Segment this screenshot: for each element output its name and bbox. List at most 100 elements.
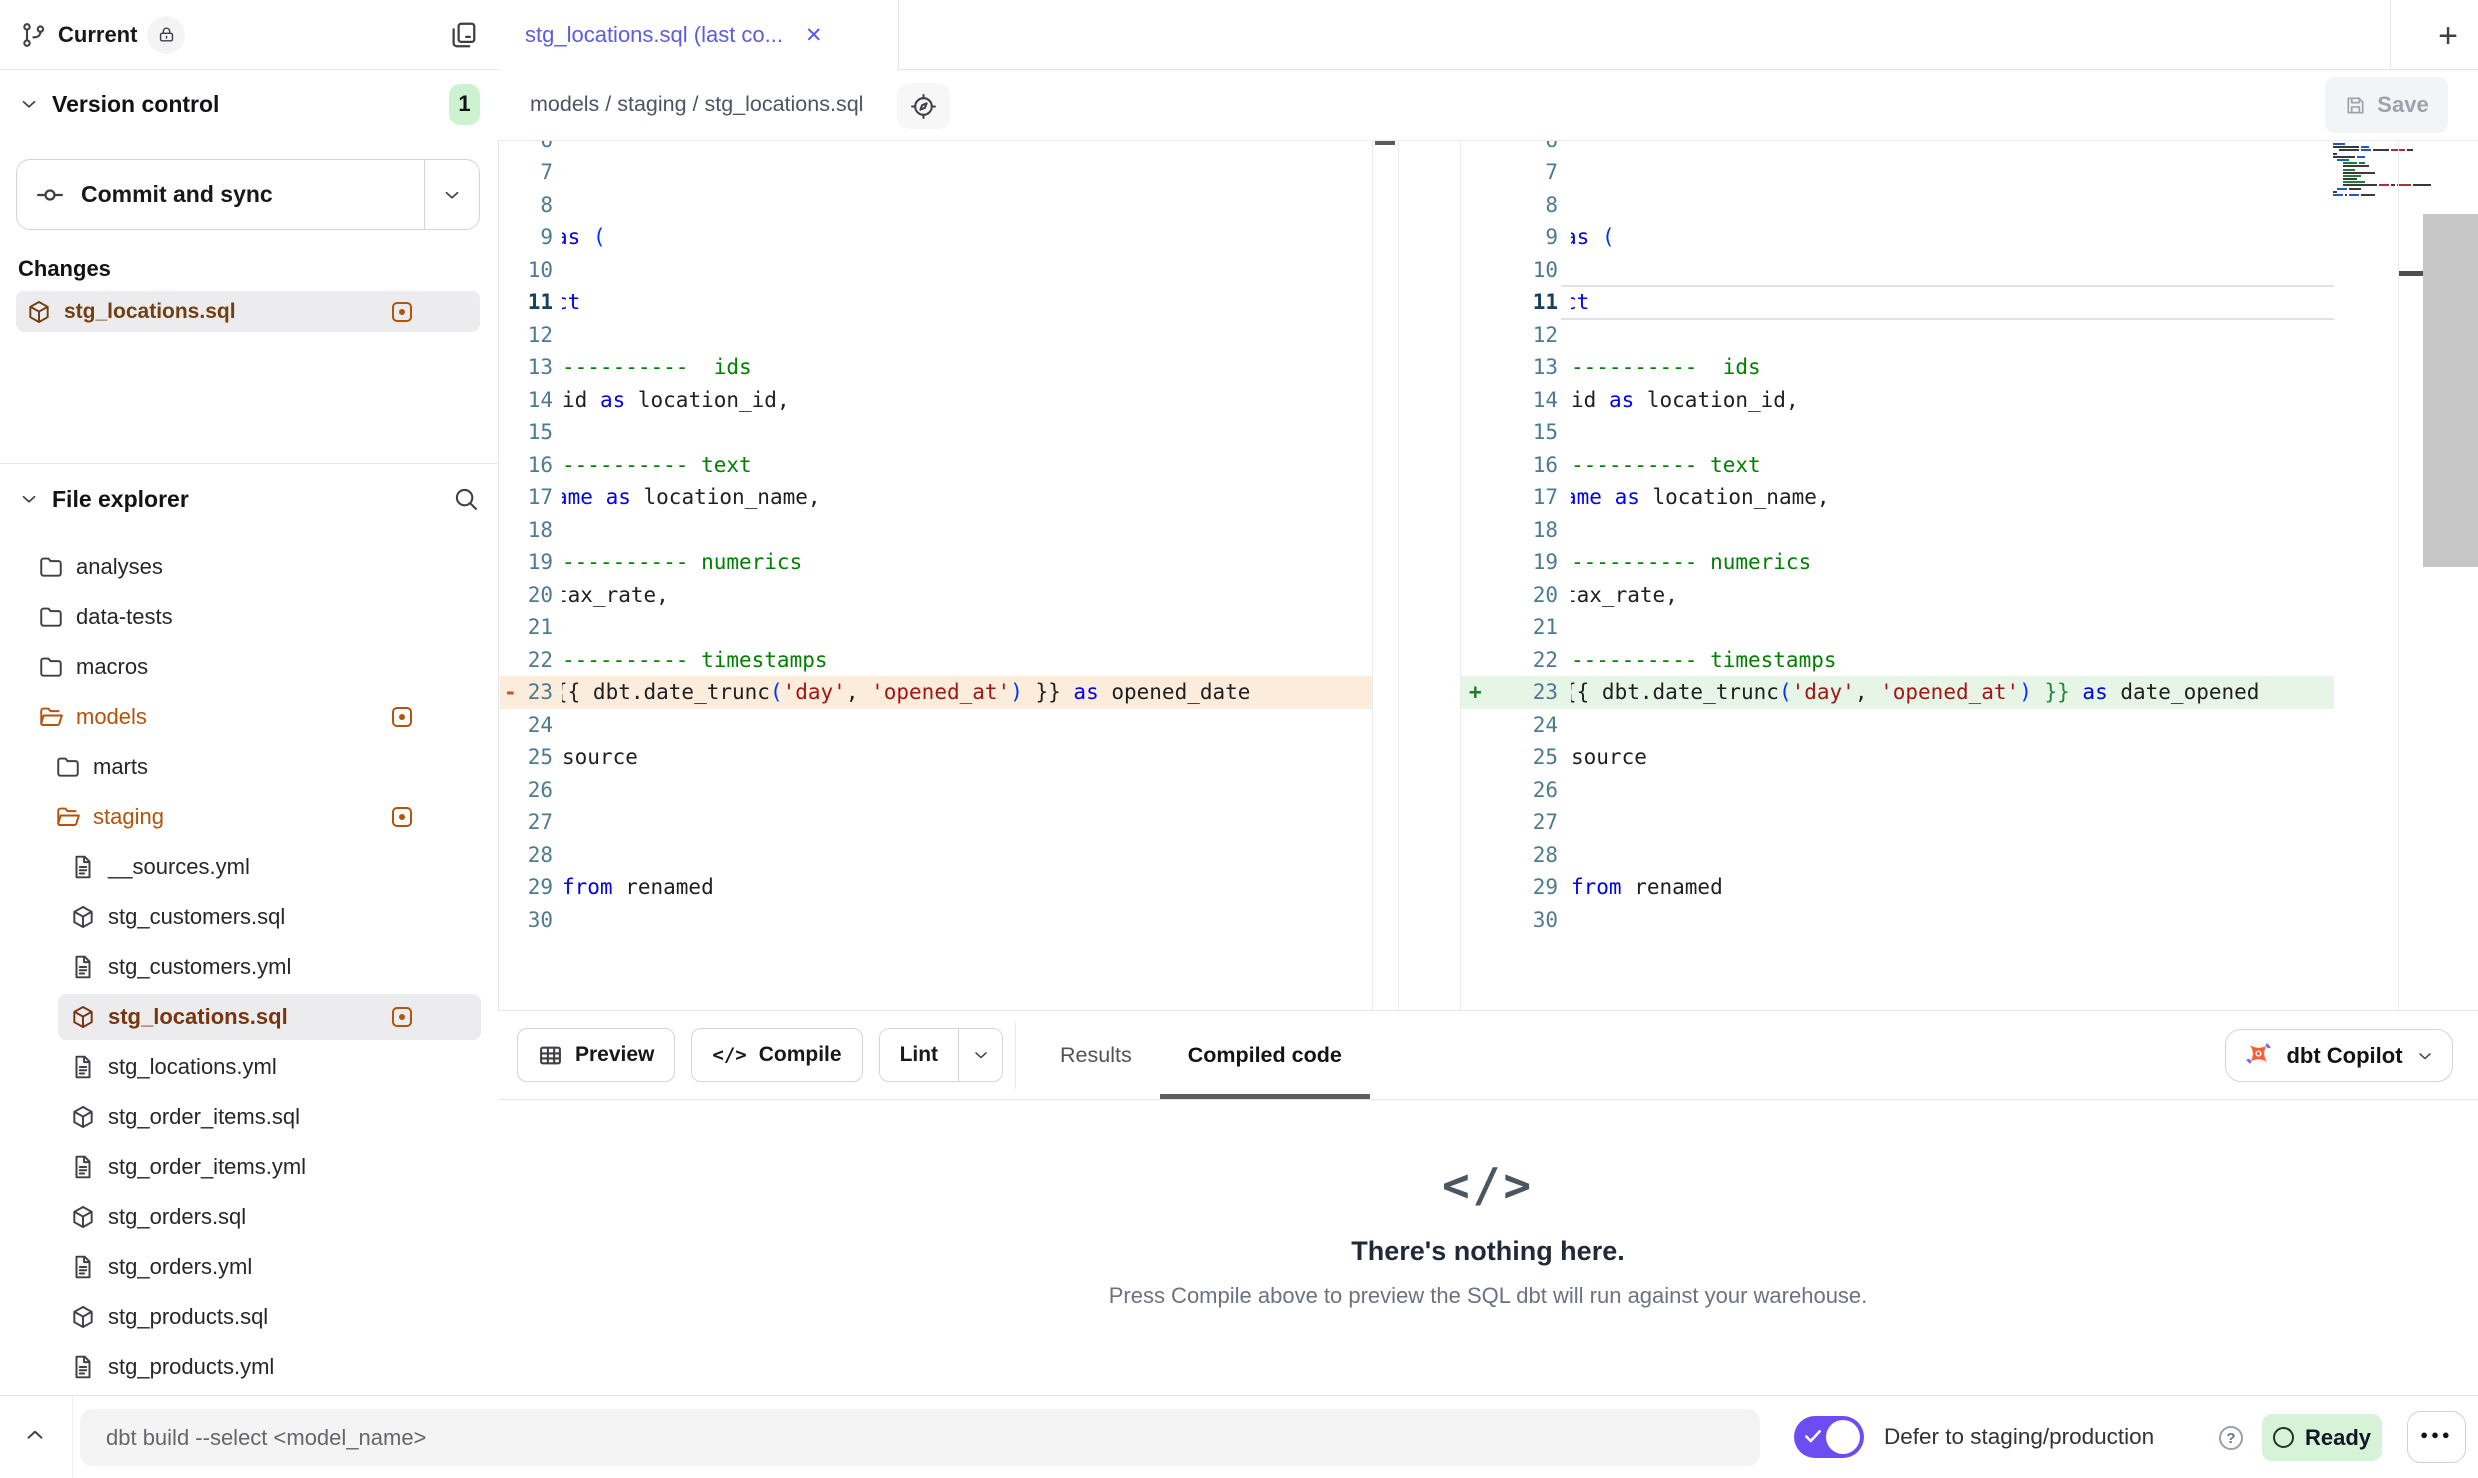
table-icon	[538, 1043, 563, 1068]
vertical-scrollbar[interactable]	[2423, 141, 2478, 1010]
tree-item-label: data-tests	[76, 604, 173, 630]
code-line-20: 20tax_rate,	[500, 579, 1372, 612]
dbt-copilot-button[interactable]: dbt Copilot	[2225, 1029, 2453, 1082]
tree-item-stg_orders.sql[interactable]: stg_orders.sql	[0, 1192, 498, 1242]
cube-icon	[70, 1204, 96, 1230]
line-number: 8	[500, 189, 553, 222]
command-input[interactable]: dbt build --select <model_name>	[80, 1409, 1760, 1466]
tree-item-macros[interactable]: macros	[0, 642, 498, 692]
chevron-down-icon	[971, 1045, 991, 1065]
ellipsis-icon: ●●●	[2420, 1427, 2453, 1442]
tree-item-stg_order_items.yml[interactable]: stg_order_items.yml	[0, 1142, 498, 1192]
tree-item-stg_orders.yml[interactable]: stg_orders.yml	[0, 1242, 498, 1292]
code-line-28: 28	[500, 839, 1372, 872]
tree-item-stg_locations.sql[interactable]: stg_locations.sql	[0, 992, 498, 1042]
modified-badge	[392, 302, 412, 322]
code-line-26: 26	[500, 774, 1372, 807]
chevron-up-icon[interactable]	[22, 1422, 48, 1448]
tree-item-stg_locations.yml[interactable]: stg_locations.yml	[0, 1042, 498, 1092]
tree-item-marts[interactable]: marts	[0, 742, 498, 792]
help-icon[interactable]: ?	[2219, 1426, 2243, 1450]
line-number: 18	[1461, 514, 1558, 547]
lint-button[interactable]: Lint	[880, 1029, 958, 1081]
chevron-down-icon	[18, 93, 40, 115]
file-icon	[70, 1054, 96, 1080]
line-number: 19	[500, 546, 553, 579]
preview-button[interactable]: Preview	[517, 1028, 675, 1082]
line-number: 23	[500, 676, 553, 709]
tree-item-stg_customers.yml[interactable]: stg_customers.yml	[0, 942, 498, 992]
line-number: 27	[1461, 806, 1558, 839]
empty-state-title: There's nothing here.	[498, 1236, 2478, 1267]
more-options-button[interactable]: ●●●	[2407, 1411, 2466, 1463]
defer-toggle[interactable]	[1794, 1416, 1864, 1458]
chevron-down-icon	[2415, 1046, 2435, 1066]
file-explorer-title: File explorer	[52, 486, 189, 513]
tree-item-label: stg_order_items.yml	[108, 1154, 306, 1180]
commit-options-dropdown[interactable]	[424, 160, 479, 229]
file-explorer-section-header[interactable]: File explorer	[0, 470, 498, 528]
tree-item-models[interactable]: models	[0, 692, 498, 742]
line-number: 18	[500, 514, 553, 547]
minimap[interactable]	[2333, 143, 2398, 197]
compile-button[interactable]: </> Compile	[691, 1028, 862, 1082]
status-ready-pill[interactable]: Ready	[2262, 1414, 2382, 1461]
code-line-23: +23{{ dbt.date_trunc('day', 'opened_at')…	[1461, 676, 2334, 709]
line-number: 9	[1461, 221, 1558, 254]
code-line-19: 19---------- numerics	[500, 546, 1372, 579]
tree-item-data-tests[interactable]: data-tests	[0, 592, 498, 642]
tree-item-label: analyses	[76, 554, 163, 580]
cube-icon	[70, 1104, 96, 1130]
tree-item-stg_order_items.sql[interactable]: stg_order_items.sql	[0, 1092, 498, 1142]
tree-item-staging[interactable]: staging	[0, 792, 498, 842]
tree-item-label: stg_locations.yml	[108, 1054, 277, 1080]
navigate-button[interactable]	[897, 83, 950, 129]
copy-icon[interactable]	[448, 20, 478, 50]
line-number: 22	[500, 644, 553, 677]
code-line-11: 11ct	[1461, 286, 2334, 319]
line-number: 14	[500, 384, 553, 417]
code-line-12: 12	[500, 319, 1372, 352]
tab-results[interactable]: Results	[1060, 1011, 1132, 1099]
line-number: 28	[500, 839, 553, 872]
changed-file-name: stg_locations.sql	[64, 300, 236, 324]
command-text: dbt build --select <model_name>	[106, 1425, 426, 1451]
tree-item-__sources.yml[interactable]: __sources.yml	[0, 842, 498, 892]
git-commit-icon	[35, 180, 65, 210]
line-number: 10	[500, 254, 553, 287]
save-button[interactable]: Save	[2325, 77, 2448, 133]
code-line-7: 7	[1461, 156, 2334, 189]
tab-label: stg_locations.sql (last co...	[525, 22, 783, 48]
branch-selector[interactable]: Current	[0, 0, 498, 70]
breadcrumb[interactable]: models / staging / stg_locations.sql	[530, 92, 863, 117]
scrollbar-thumb[interactable]	[2423, 214, 2478, 567]
commit-and-sync-button[interactable]: Commit and sync	[16, 159, 480, 230]
tab-compiled-code[interactable]: Compiled code	[1188, 1011, 1342, 1099]
diff-pane-modified[interactable]: 6789as (1011ct1213---------- ids14id as …	[1460, 141, 2334, 1010]
diff-pane-original[interactable]: 6789as (1011ct1213---------- ids14id as …	[500, 141, 1372, 1010]
changed-file-row[interactable]: stg_locations.sql	[16, 291, 480, 332]
tree-item-stg_products.yml[interactable]: stg_products.yml	[0, 1342, 498, 1392]
code-icon: </>	[498, 1158, 2478, 1212]
file-icon	[70, 1154, 96, 1180]
tab-stg-locations-sql[interactable]: stg_locations.sql (last co... ✕	[499, 0, 899, 70]
close-icon[interactable]: ✕	[805, 23, 823, 48]
tree-item-label: stg_products.sql	[108, 1304, 268, 1330]
tree-item-analyses[interactable]: analyses	[0, 542, 498, 592]
version-control-section-header[interactable]: Version control 1	[0, 78, 498, 130]
overview-ruler-left	[1372, 141, 1399, 1010]
line-number: 27	[500, 806, 553, 839]
line-number: 29	[1461, 871, 1558, 904]
tree-item-stg_products.sql[interactable]: stg_products.sql	[0, 1292, 498, 1342]
code-line-11: 11ct	[500, 286, 1372, 319]
code-line-20: 20tax_rate,	[1461, 579, 2334, 612]
new-tab-button[interactable]: +	[2426, 14, 2470, 58]
code-line-19: 19---------- numerics	[1461, 546, 2334, 579]
code-line-25: 25source	[500, 741, 1372, 774]
lint-dropdown[interactable]	[958, 1029, 1002, 1081]
tree-item-stg_customers.sql[interactable]: stg_customers.sql	[0, 892, 498, 942]
cube-icon	[70, 1304, 96, 1330]
lint-split-button: Lint	[879, 1028, 1003, 1082]
line-number: 20	[500, 579, 553, 612]
search-icon[interactable]	[452, 485, 480, 513]
